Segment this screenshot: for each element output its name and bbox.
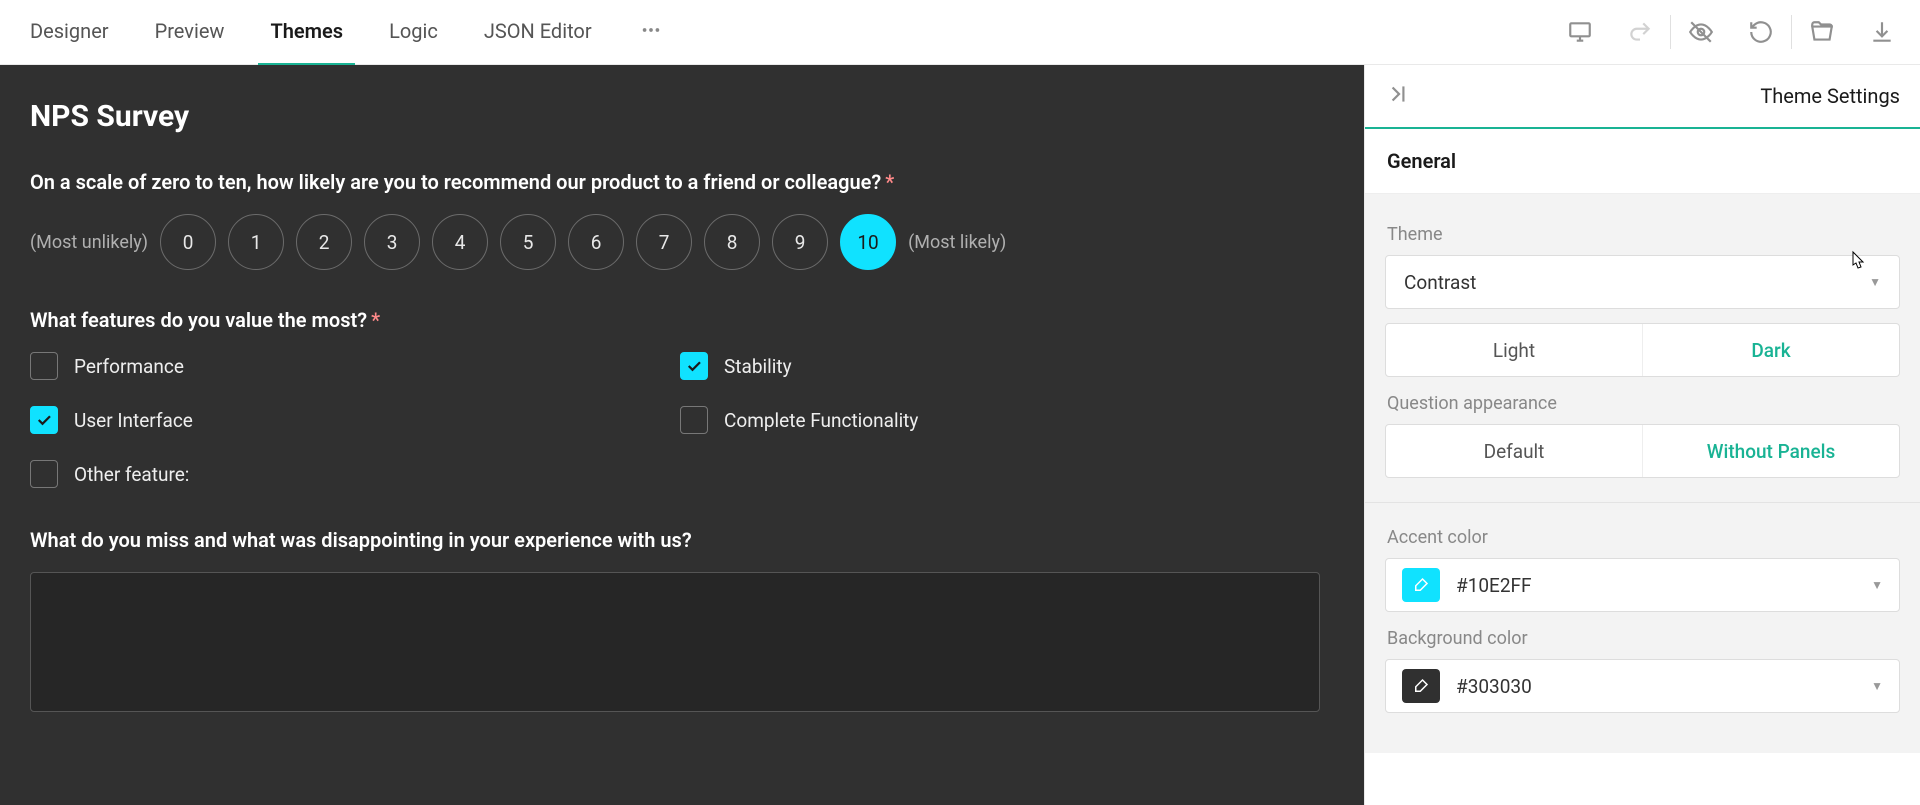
import-button[interactable]	[1792, 0, 1852, 64]
checkbox-label: Complete Functionality	[724, 409, 918, 432]
checkbox-other[interactable]: Other feature:	[30, 460, 570, 488]
checkbox-box	[680, 352, 708, 380]
undo-icon	[1748, 19, 1774, 45]
checkbox-box	[680, 406, 708, 434]
appearance-label: Question appearance	[1387, 393, 1898, 414]
checkbox-label: User Interface	[74, 409, 193, 432]
rating-8[interactable]: 8	[704, 214, 760, 270]
eyedropper-icon	[1412, 576, 1430, 594]
question-3-label: What do you miss and what was disappoint…	[30, 528, 1334, 552]
checkbox-performance[interactable]: Performance	[30, 352, 570, 380]
rating-9[interactable]: 9	[772, 214, 828, 270]
checkbox-box	[30, 352, 58, 380]
chevron-down-icon: ▼	[1871, 679, 1883, 693]
accent-color-label: Accent color	[1387, 527, 1898, 548]
rating-5[interactable]: 5	[500, 214, 556, 270]
checkbox-label: Other feature:	[74, 463, 189, 486]
rating-6[interactable]: 6	[568, 214, 624, 270]
background-swatch	[1402, 669, 1440, 703]
tab-json-editor[interactable]: JSON Editor	[472, 0, 604, 66]
folder-open-icon	[1809, 19, 1835, 45]
settings-title: Theme Settings	[1760, 84, 1900, 108]
rating-1[interactable]: 1	[228, 214, 284, 270]
tab-themes[interactable]: Themes	[258, 0, 355, 66]
section-general-header[interactable]: General	[1365, 129, 1920, 194]
eyedropper-icon	[1412, 677, 1430, 695]
background-color-picker[interactable]: #303030 ▼	[1385, 659, 1900, 713]
theme-settings-panel: Theme Settings General Theme Contrast ▼ …	[1364, 65, 1920, 805]
appearance-toggle: Default Without Panels	[1385, 424, 1900, 478]
rating-max-hint: (Most likely)	[908, 232, 1006, 253]
required-mark: *	[371, 308, 380, 332]
rating-0[interactable]: 0	[160, 214, 216, 270]
theme-dropdown[interactable]: Contrast ▼	[1385, 255, 1900, 309]
eye-off-icon	[1688, 19, 1714, 45]
accent-swatch	[1402, 568, 1440, 602]
collapse-panel-button[interactable]	[1385, 81, 1411, 111]
appearance-default[interactable]: Default	[1386, 425, 1642, 477]
accent-color-value: #10E2FF	[1456, 574, 1532, 597]
settings-body: Theme Contrast ▼ Light Dark Question app…	[1365, 194, 1920, 753]
tab-preview[interactable]: Preview	[143, 0, 237, 66]
theme-dropdown-value: Contrast	[1404, 271, 1476, 294]
checkbox-stability[interactable]: Stability	[680, 352, 1220, 380]
checkbox-label: Stability	[724, 355, 792, 378]
comment-textarea[interactable]	[30, 572, 1320, 712]
settings-header: Theme Settings	[1365, 65, 1920, 129]
check-icon	[35, 411, 53, 429]
tab-logic[interactable]: Logic	[377, 0, 450, 66]
divider	[1365, 502, 1920, 503]
tab-designer[interactable]: Designer	[18, 0, 121, 66]
check-icon	[685, 357, 703, 375]
rating-7[interactable]: 7	[636, 214, 692, 270]
required-mark: *	[885, 170, 894, 194]
monitor-icon	[1567, 19, 1593, 45]
rating-2[interactable]: 2	[296, 214, 352, 270]
question-1-label: On a scale of zero to ten, how likely ar…	[30, 170, 1334, 194]
rating-3[interactable]: 3	[364, 214, 420, 270]
dots-icon	[640, 19, 662, 41]
checkbox-complete-functionality[interactable]: Complete Functionality	[680, 406, 1220, 434]
rating-4[interactable]: 4	[432, 214, 488, 270]
checkbox-box	[30, 460, 58, 488]
redo-icon	[1627, 19, 1653, 45]
checkbox-box	[30, 406, 58, 434]
survey-title: NPS Survey	[30, 99, 1334, 134]
export-button[interactable]	[1852, 0, 1912, 64]
redo-button[interactable]	[1610, 0, 1670, 64]
toolbar-icons	[1550, 0, 1920, 64]
reset-button[interactable]	[1731, 0, 1791, 64]
tab-more-button[interactable]	[626, 19, 676, 45]
visibility-button[interactable]	[1671, 0, 1731, 64]
accent-color-picker[interactable]: #10E2FF ▼	[1385, 558, 1900, 612]
top-toolbar: Designer Preview Themes Logic JSON Edito…	[0, 0, 1920, 65]
feature-checkboxes: Performance Stability User Interface Com…	[30, 352, 1334, 488]
main-tabs: Designer Preview Themes Logic JSON Edito…	[0, 0, 676, 66]
chevron-down-icon: ▼	[1871, 578, 1883, 592]
collapse-right-icon	[1385, 81, 1411, 107]
checkbox-user-interface[interactable]: User Interface	[30, 406, 570, 434]
rating-min-hint: (Most unlikely)	[30, 232, 148, 253]
mode-dark[interactable]: Dark	[1642, 324, 1899, 376]
question-2-label: What features do you value the most?*	[30, 308, 1334, 332]
survey-preview-canvas: NPS Survey On a scale of zero to ten, ho…	[0, 65, 1364, 805]
theme-mode-toggle: Light Dark	[1385, 323, 1900, 377]
background-color-value: #303030	[1456, 675, 1532, 698]
rating-scale: (Most unlikely) 0 1 2 3 4 5 6 7 8 9 10 (…	[30, 214, 1334, 270]
chevron-down-icon: ▼	[1869, 275, 1881, 289]
download-icon	[1869, 19, 1895, 45]
appearance-without-panels[interactable]: Without Panels	[1642, 425, 1899, 477]
checkbox-label: Performance	[74, 355, 184, 378]
mode-light[interactable]: Light	[1386, 324, 1642, 376]
theme-label: Theme	[1387, 224, 1898, 245]
device-preview-button[interactable]	[1550, 0, 1610, 64]
background-color-label: Background color	[1387, 628, 1898, 649]
rating-10[interactable]: 10	[840, 214, 896, 270]
